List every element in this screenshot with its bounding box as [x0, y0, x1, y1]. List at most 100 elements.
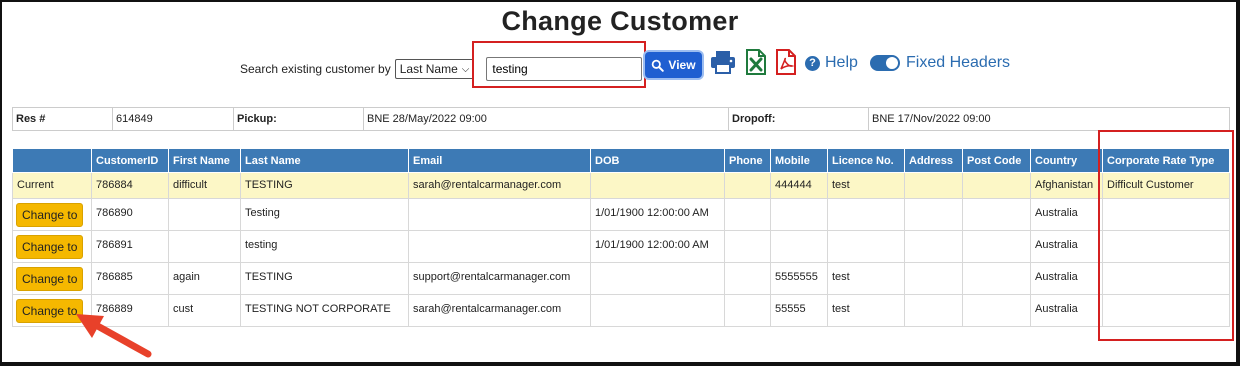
page-title: Change Customer — [501, 6, 739, 36]
cell-mobile: 5555555 — [770, 262, 828, 295]
col-corporate-rate-type[interactable]: Corporate Rate Type — [1102, 148, 1230, 173]
cell-country: Australia — [1030, 262, 1103, 295]
cell-phone — [724, 262, 771, 295]
cell-last-name: Testing — [240, 198, 409, 231]
search-label: Search existing customer by — [240, 62, 391, 76]
table-row-current: Current 786884 difficult TESTING sarah@r… — [12, 172, 1230, 199]
table-row: Change to 786890 Testing 1/01/1900 12:00… — [12, 198, 1230, 231]
col-first-name[interactable]: First Name — [168, 148, 241, 173]
excel-icon — [746, 49, 766, 75]
col-post-code[interactable]: Post Code — [962, 148, 1031, 173]
current-label: Current — [12, 172, 92, 199]
col-dob[interactable]: DOB — [590, 148, 725, 173]
cell-phone — [724, 172, 771, 199]
cell-licence: test — [827, 172, 905, 199]
chevron-down-icon: ⌵ — [461, 63, 470, 75]
cell-corporate-rate-type: Difficult Customer — [1102, 172, 1230, 199]
col-mobile[interactable]: Mobile — [770, 148, 828, 173]
customer-table: CustomerID First Name Last Name Email DO… — [12, 148, 1230, 327]
help-link[interactable]: ? Help — [805, 54, 858, 72]
pickup-value: BNE 28/May/2022 09:00 — [364, 108, 729, 130]
table-row: Change to 786891 testing 1/01/1900 12:00… — [12, 230, 1230, 263]
fixed-headers-toggle[interactable]: Fixed Headers — [870, 54, 1010, 72]
cell-phone — [724, 198, 771, 231]
cell-corporate-rate-type — [1102, 230, 1230, 263]
col-customerid[interactable]: CustomerID — [91, 148, 169, 173]
table-header-row: CustomerID First Name Last Name Email DO… — [12, 148, 1230, 173]
dropoff-label: Dropoff: — [729, 108, 869, 130]
cell-dob — [590, 262, 725, 295]
cell-first-name: cust — [168, 294, 241, 327]
col-country[interactable]: Country — [1030, 148, 1103, 173]
cell-address — [904, 294, 963, 327]
col-action — [12, 148, 92, 173]
toggle-icon — [870, 55, 900, 71]
change-to-button[interactable]: Change to — [16, 235, 84, 259]
cell-email — [408, 230, 591, 263]
dropoff-value: BNE 17/Nov/2022 09:00 — [872, 113, 991, 125]
view-button[interactable]: View — [645, 52, 702, 78]
col-last-name[interactable]: Last Name — [240, 148, 409, 173]
col-address[interactable]: Address — [904, 148, 963, 173]
cell-dob: 1/01/1900 12:00:00 AM — [590, 230, 725, 263]
cell-address — [904, 262, 963, 295]
cell-post-code — [962, 294, 1031, 327]
cell-address — [904, 172, 963, 199]
printer-icon — [711, 51, 735, 74]
cell-customerid: 786890 — [91, 198, 169, 231]
view-label: View — [668, 58, 696, 72]
cell-phone — [724, 294, 771, 327]
cell-last-name: TESTING — [240, 172, 409, 199]
fixed-headers-label: Fixed Headers — [906, 54, 1011, 71]
cell-corporate-rate-type — [1102, 294, 1230, 327]
res-label: Res # — [13, 108, 113, 130]
cell-customerid: 786891 — [91, 230, 169, 263]
search-by-value: Last Name — [399, 62, 458, 76]
cell-dob — [590, 294, 725, 327]
change-to-button[interactable]: Change to — [16, 267, 84, 291]
col-licence[interactable]: Licence No. — [827, 148, 905, 173]
cell-address — [904, 198, 963, 231]
cell-last-name: TESTING — [240, 262, 409, 295]
cell-phone — [724, 230, 771, 263]
cell-country: Afghanistan — [1030, 172, 1103, 199]
cell-first-name — [168, 230, 241, 263]
export-excel-button[interactable] — [745, 48, 767, 81]
help-label: Help — [825, 54, 858, 71]
cell-country: Australia — [1030, 230, 1103, 263]
col-phone[interactable]: Phone — [724, 148, 771, 173]
action-cell: Change to — [12, 198, 92, 231]
cell-corporate-rate-type — [1102, 262, 1230, 295]
annotation-arrow — [76, 314, 152, 358]
cell-email: support@rentalcarmanager.com — [408, 262, 591, 295]
cell-licence: test — [827, 294, 905, 327]
search-by-select[interactable]: Last Name ⌵ — [394, 59, 475, 79]
export-pdf-button[interactable] — [775, 48, 797, 81]
cell-licence: test — [827, 262, 905, 295]
search-icon — [652, 59, 665, 72]
pdf-icon — [776, 49, 796, 75]
search-row: Search existing customer by Last Name ⌵ — [240, 54, 643, 84]
print-button[interactable] — [710, 48, 736, 81]
cell-mobile — [770, 230, 828, 263]
col-email[interactable]: Email — [408, 148, 591, 173]
cell-address — [904, 230, 963, 263]
cell-last-name: testing — [240, 230, 409, 263]
help-icon: ? — [805, 55, 820, 71]
cell-customerid: 786885 — [91, 262, 169, 295]
cell-first-name: again — [168, 262, 241, 295]
cell-email — [408, 198, 591, 231]
cell-first-name — [168, 198, 241, 231]
search-input[interactable] — [486, 57, 643, 81]
cell-first-name: difficult — [168, 172, 241, 199]
change-to-button[interactable]: Change to — [16, 203, 84, 227]
cell-corporate-rate-type — [1102, 198, 1230, 231]
cell-email: sarah@rentalcarmanager.com — [408, 172, 591, 199]
cell-licence — [827, 198, 905, 231]
cell-country: Australia — [1030, 198, 1103, 231]
cell-country: Australia — [1030, 294, 1103, 327]
pickup-label: Pickup: — [234, 108, 364, 130]
action-cell: Change to — [12, 230, 92, 263]
cell-email: sarah@rentalcarmanager.com — [408, 294, 591, 327]
cell-post-code — [962, 198, 1031, 231]
